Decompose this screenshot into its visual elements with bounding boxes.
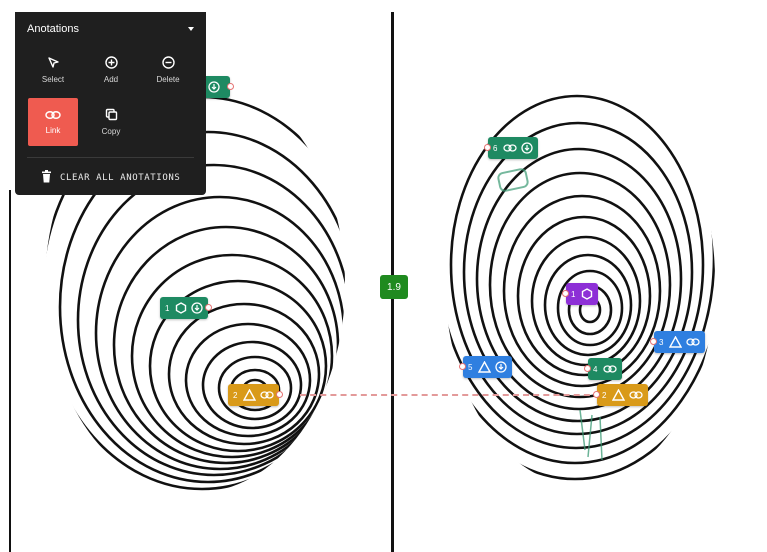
marker-number: 2 <box>233 390 238 400</box>
link-tool-button[interactable]: Link <box>28 98 78 146</box>
copy-icon <box>105 108 118 121</box>
marker-anchor-dot[interactable] <box>650 338 657 345</box>
marker-anchor-dot[interactable] <box>227 83 234 90</box>
download-circle-icon <box>208 81 220 93</box>
right-marker-5[interactable]: 5 <box>459 356 513 378</box>
right-marker-2[interactable]: 2 <box>593 384 649 406</box>
triangle-icon <box>612 389 626 401</box>
marker-anchor-dot[interactable] <box>584 365 591 372</box>
add-tool-label: Add <box>103 75 119 84</box>
add-tool-button[interactable]: Add <box>86 48 136 92</box>
copy-tool-label: Copy <box>101 127 121 136</box>
right-marker-4[interactable]: 4 <box>584 358 623 380</box>
marker-number: 5 <box>468 362 473 372</box>
clear-all-annotations-button[interactable]: CLEAR ALL ANOTATIONS <box>41 166 180 190</box>
match-score-badge: 1.9 <box>380 275 408 299</box>
marker-number: 3 <box>659 337 664 347</box>
download-circle-icon <box>191 302 204 314</box>
marker-anchor-dot[interactable] <box>484 144 491 151</box>
annotation-link-line <box>300 394 600 396</box>
marker-number: 2 <box>602 390 607 400</box>
triangle-icon <box>478 361 492 373</box>
marker-number: 1 <box>571 289 576 299</box>
minus-circle-icon <box>161 56 175 69</box>
left-frame-border <box>9 190 11 552</box>
marker-anchor-dot[interactable] <box>459 363 466 370</box>
marker-number: 4 <box>593 364 598 374</box>
link-icon <box>686 337 701 347</box>
link-icon <box>629 390 644 400</box>
clear-all-label: CLEAR ALL ANOTATIONS <box>60 173 181 183</box>
link-tool-label: Link <box>45 125 61 135</box>
annotations-panel-header[interactable]: Anotations <box>15 12 206 46</box>
download-circle-icon <box>495 361 508 373</box>
link-icon <box>260 390 275 400</box>
right-marker-1[interactable]: 1 <box>562 283 599 305</box>
copy-tool-button[interactable]: Copy <box>86 98 136 146</box>
plus-circle-icon <box>104 56 118 69</box>
delete-tool-button[interactable]: Delete <box>143 48 193 92</box>
comparison-canvas[interactable]: 1.9 1 2 6 1 3 5 4 2 Anotations Select Ad… <box>0 0 767 552</box>
marker-anchor-dot[interactable] <box>593 391 600 398</box>
download-circle-icon <box>521 142 534 154</box>
panel-title: Anotations <box>27 23 79 35</box>
hexagon-icon <box>175 302 187 314</box>
hexagon-icon <box>581 288 593 300</box>
caret-down-icon[interactable] <box>188 27 194 31</box>
triangle-icon <box>243 389 257 401</box>
right-marker-3[interactable]: 3 <box>650 331 706 353</box>
triangle-icon <box>669 336 683 348</box>
left-marker-2[interactable]: 2 <box>228 384 284 406</box>
link-icon <box>503 143 518 153</box>
link-icon <box>45 110 61 120</box>
delete-tool-label: Delete <box>156 75 180 84</box>
link-icon <box>603 364 618 374</box>
left-marker-1[interactable]: 1 <box>160 297 213 319</box>
marker-number: 1 <box>165 303 170 313</box>
select-tool-button[interactable]: Select <box>28 48 78 92</box>
marker-number: 6 <box>493 143 498 153</box>
annotations-panel: Anotations Select Add Delete Link Copy C… <box>15 12 206 195</box>
trash-icon <box>41 170 52 186</box>
cursor-icon <box>47 56 60 69</box>
marker-anchor-dot[interactable] <box>562 290 569 297</box>
select-tool-label: Select <box>41 75 65 84</box>
right-marker-6[interactable]: 6 <box>484 137 539 159</box>
panel-divider <box>27 157 194 158</box>
